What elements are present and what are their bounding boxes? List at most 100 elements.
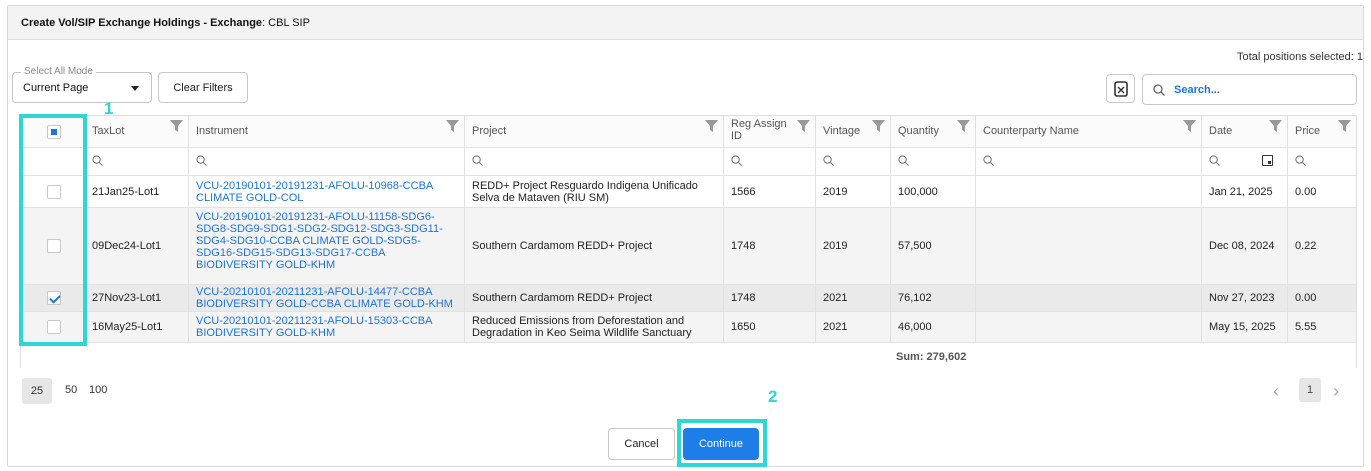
column-filter-row bbox=[21, 148, 1356, 176]
project-value: Southern Cardamom REDD+ Project bbox=[472, 240, 653, 252]
taxlot-filter-input[interactable] bbox=[85, 148, 189, 175]
project-value: Reduced Emissions from Deforestation and… bbox=[472, 315, 692, 339]
reg-assign-id-cell: 1748 bbox=[724, 208, 816, 284]
vintage-value: 2021 bbox=[823, 292, 848, 304]
quantity-cell: 100,000 bbox=[891, 176, 976, 207]
project-filter-input[interactable] bbox=[465, 148, 724, 175]
reg-assign-id-filter-input[interactable] bbox=[724, 148, 816, 175]
instrument-link[interactable]: VCU-20210101-20211231-AFOLU-14477-CCBA B… bbox=[196, 286, 458, 310]
filter-icon[interactable] bbox=[446, 120, 459, 132]
project-cell: Southern Cardamom REDD+ Project bbox=[465, 285, 724, 311]
filter-icon[interactable] bbox=[797, 120, 810, 132]
price-cell: 0.00 bbox=[1288, 285, 1356, 311]
filter-icon[interactable] bbox=[957, 120, 970, 132]
search-icon bbox=[472, 155, 483, 166]
instrument-cell: VCU-20190101-20191231-AFOLU-10968-CCBA C… bbox=[189, 176, 465, 207]
dialog-exchange-name: : CBL SIP bbox=[262, 17, 310, 29]
instrument-link[interactable]: VCU-20190101-20191231-AFOLU-10968-CCBA C… bbox=[196, 180, 458, 204]
taxlot-cell: 27Nov23-Lot1 bbox=[85, 285, 189, 311]
quantity-cell: 46,000 bbox=[891, 312, 976, 342]
filter-icon[interactable] bbox=[872, 120, 885, 132]
quantity-value: 76,102 bbox=[898, 292, 932, 304]
filter-icon[interactable] bbox=[1338, 120, 1351, 132]
table-row[interactable]: 16May25-Lot1 VCU-20210101-20211231-AFOLU… bbox=[21, 312, 1356, 343]
quantity-filter-input[interactable] bbox=[891, 148, 976, 175]
price-cell: 5.55 bbox=[1288, 312, 1356, 342]
highlight-continue-button bbox=[677, 419, 767, 467]
vintage-filter-input[interactable] bbox=[816, 148, 891, 175]
dialog-title: Create Vol/SIP Exchange Holdings - Excha… bbox=[21, 17, 263, 29]
header-date[interactable]: Date bbox=[1202, 116, 1288, 147]
highlight-select-column bbox=[19, 114, 87, 346]
taxlot-cell: 09Dec24-Lot1 bbox=[85, 208, 189, 284]
filter-icon[interactable] bbox=[1269, 120, 1282, 132]
annotation-step-1: 1 bbox=[104, 99, 114, 118]
quantity-value: 57,500 bbox=[898, 240, 932, 252]
header-vintage-label: Vintage bbox=[823, 125, 861, 137]
taxlot-cell: 21Jan25-Lot1 bbox=[85, 176, 189, 207]
dialog-header: Create Vol/SIP Exchange Holdings - Excha… bbox=[8, 6, 1363, 40]
instrument-filter-input[interactable] bbox=[189, 148, 465, 175]
date-filter-input[interactable] bbox=[1202, 148, 1288, 175]
header-project[interactable]: Project bbox=[465, 116, 724, 147]
price-filter-input[interactable] bbox=[1288, 148, 1356, 175]
table-row[interactable]: 21Jan25-Lot1 VCU-20190101-20191231-AFOLU… bbox=[21, 176, 1356, 208]
header-instrument[interactable]: Instrument bbox=[189, 116, 465, 147]
header-vintage[interactable]: Vintage bbox=[816, 116, 891, 147]
taxlot-cell: 16May25-Lot1 bbox=[85, 312, 189, 342]
header-price[interactable]: Price bbox=[1288, 116, 1356, 147]
reg-assign-id-value: 1650 bbox=[731, 321, 756, 333]
counterparty-cell bbox=[976, 176, 1202, 207]
taxlot-value: 09Dec24-Lot1 bbox=[92, 240, 162, 252]
counterparty-cell bbox=[976, 285, 1202, 311]
header-taxlot[interactable]: TaxLot bbox=[85, 116, 189, 147]
project-cell: Southern Cardamom REDD+ Project bbox=[465, 208, 724, 284]
filter-icon[interactable] bbox=[170, 120, 183, 132]
vintage-value: 2019 bbox=[823, 240, 848, 252]
search-input[interactable]: Search... bbox=[1142, 74, 1357, 105]
table-header-row: TaxLot Instrument Project Reg Assign ID … bbox=[21, 116, 1356, 148]
instrument-cell: VCU-20210101-20211231-AFOLU-15303-CCBA B… bbox=[189, 312, 465, 342]
quantity-value: 100,000 bbox=[898, 186, 938, 198]
table-row[interactable]: 09Dec24-Lot1 VCU-20190101-20191231-AFOLU… bbox=[21, 208, 1356, 285]
search-icon bbox=[731, 155, 742, 166]
calendar-icon[interactable] bbox=[1262, 155, 1273, 166]
filter-icon[interactable] bbox=[705, 120, 718, 132]
reg-assign-id-cell: 1748 bbox=[724, 285, 816, 311]
page-size-100[interactable]: 100 bbox=[89, 384, 107, 396]
instrument-link[interactable]: VCU-20210101-20211231-AFOLU-15303-CCBA B… bbox=[196, 315, 458, 339]
search-icon bbox=[1295, 155, 1306, 166]
counterparty-filter-input[interactable] bbox=[976, 148, 1202, 175]
cancel-button[interactable]: Cancel bbox=[608, 428, 675, 460]
export-excel-button[interactable] bbox=[1106, 74, 1135, 103]
prev-page-icon[interactable]: ‹ bbox=[1273, 382, 1279, 400]
vintage-cell: 2019 bbox=[816, 208, 891, 284]
header-instrument-label: Instrument bbox=[196, 125, 248, 137]
next-page-icon[interactable]: › bbox=[1333, 382, 1339, 400]
search-icon bbox=[196, 155, 207, 166]
table-row-selected[interactable]: 27Nov23-Lot1 VCU-20210101-20211231-AFOLU… bbox=[21, 285, 1356, 312]
header-project-label: Project bbox=[472, 125, 507, 137]
select-all-mode-dropdown[interactable]: Select All Mode Current Page bbox=[12, 66, 152, 103]
instrument-cell: VCU-20210101-20211231-AFOLU-14477-CCBA B… bbox=[189, 285, 465, 311]
page-size-25[interactable]: 25 bbox=[22, 378, 52, 404]
page-size-50[interactable]: 50 bbox=[65, 384, 77, 396]
date-cell: May 15, 2025 bbox=[1202, 312, 1288, 342]
header-reg-assign-id[interactable]: Reg Assign ID bbox=[724, 116, 816, 147]
search-icon bbox=[823, 155, 834, 166]
header-quantity[interactable]: Quantity bbox=[891, 116, 976, 147]
header-counterparty[interactable]: Counterparty Name bbox=[976, 116, 1202, 147]
search-icon bbox=[1153, 84, 1165, 96]
filter-icon[interactable] bbox=[1183, 120, 1196, 132]
vintage-value: 2019 bbox=[823, 186, 848, 198]
total-positions-selected: Total positions selected: 1 bbox=[1237, 51, 1363, 63]
instrument-link[interactable]: VCU-20190101-20191231-AFOLU-11158-SDG6-S… bbox=[196, 211, 458, 271]
table-footer-sum-row: Sum: 279,602 bbox=[21, 343, 1356, 368]
project-cell: REDD+ Project Resguardo Indigena Unifica… bbox=[465, 176, 724, 207]
vintage-cell: 2021 bbox=[816, 285, 891, 311]
date-value: Jan 21, 2025 bbox=[1209, 186, 1273, 198]
page-button-current[interactable]: 1 bbox=[1299, 378, 1321, 402]
header-counterparty-label: Counterparty Name bbox=[983, 125, 1079, 137]
price-value: 0.00 bbox=[1295, 292, 1317, 304]
clear-filters-button[interactable]: Clear Filters bbox=[158, 72, 248, 103]
